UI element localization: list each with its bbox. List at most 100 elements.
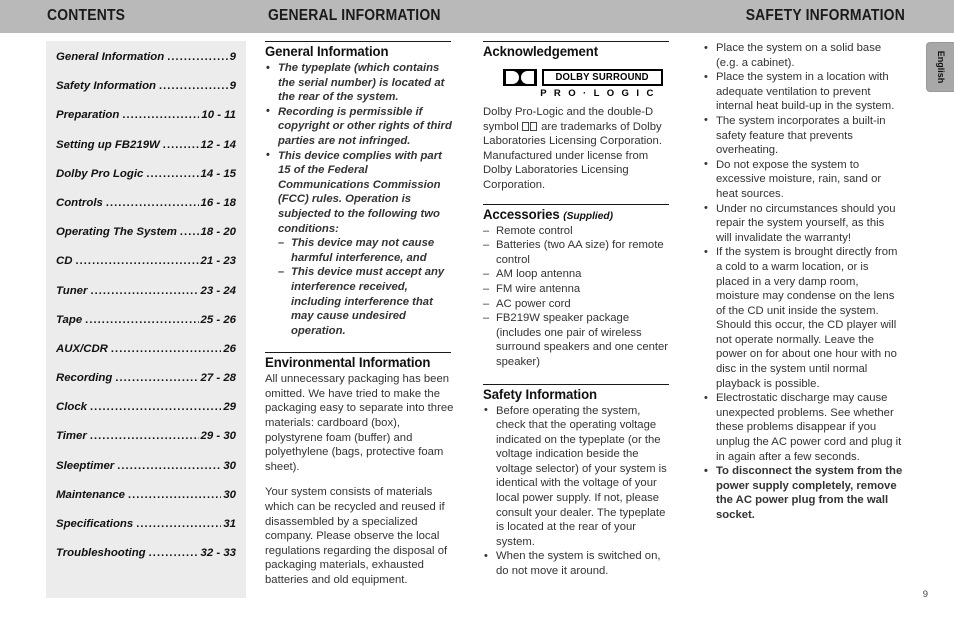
toc-dot-leader: ........................................… (90, 401, 222, 414)
column-acknowledgement: Acknowledgement DOLBY SURROUND P R O · L… (483, 41, 673, 579)
toc-entry[interactable]: General Information.....................… (56, 51, 236, 63)
toc-entry-page: 30 (223, 488, 236, 501)
dolby-brand-text: DOLBY SURROUND (555, 72, 650, 83)
toc-entry[interactable]: CD......................................… (56, 255, 236, 267)
toc-entry-page: 21 - 23 (200, 255, 236, 268)
dolby-surround-pro-logic-logo: DOLBY SURROUND P R O · L O G I C (503, 69, 663, 99)
toc-entry[interactable]: Troubleshooting.........................… (56, 547, 236, 559)
toc-entry-label: Safety Information (56, 80, 156, 93)
safety-bullet: When the system is switched on, do not m… (483, 549, 673, 578)
toc-entry-label: Operating The System (56, 226, 177, 239)
accessories-heading-text: Accessories (483, 206, 560, 222)
environmental-paragraph-1: All unnecessary packaging has been omitt… (265, 373, 454, 473)
accessory-item: Batteries (two AA size) for remote contr… (483, 238, 673, 267)
toc-entry-label: Recording (56, 372, 113, 385)
toc-dot-leader: ........................................… (85, 313, 198, 326)
toc-dot-leader: ........................................… (136, 518, 221, 530)
dolby-brand-box: DOLBY SURROUND (542, 69, 663, 86)
double-d-right-half-icon (521, 71, 534, 84)
toc-entry-label: Troubleshooting (56, 547, 146, 560)
toc-entry-label: Tuner (56, 284, 88, 297)
general-information-condition: This device may not cause harmful interf… (278, 236, 455, 265)
safety-bullet: If the system is brought directly from a… (703, 245, 903, 391)
column-general-information: General Information The typeplate (which… (265, 41, 455, 599)
toc-entry[interactable]: Specifications..........................… (56, 518, 236, 530)
toc-entry[interactable]: Tape....................................… (56, 314, 236, 326)
toc-entry[interactable]: Tuner...................................… (56, 285, 236, 297)
toc-entry-page: 32 - 33 (200, 547, 236, 560)
toc-dot-leader: ........................................… (179, 226, 199, 239)
toc-entry-label: General Information (56, 51, 165, 63)
double-d-icon (503, 69, 537, 86)
toc-entry-page: 9 (229, 51, 236, 63)
toc-entry[interactable]: Safety Information......................… (56, 80, 236, 92)
safety-bullet: Electrostatic discharge may cause unexpe… (703, 391, 903, 464)
section-heading-accessories: Accessories (Supplied) (483, 207, 667, 222)
accessory-item: AC power cord (483, 297, 673, 312)
section-heading-environmental-information: Environmental Information (265, 355, 431, 371)
toc-entry[interactable]: Operating The System....................… (56, 226, 236, 238)
toc-dot-leader: ........................................… (162, 138, 199, 151)
toc-dot-leader: ........................................… (159, 80, 228, 93)
toc-entry[interactable]: Timer...................................… (56, 430, 236, 442)
general-information-bullet: This device complies with part 15 of the… (265, 148, 455, 237)
section-rule (483, 41, 669, 42)
accessory-item: Remote control (483, 224, 673, 239)
toc-dot-leader: ........................................… (167, 51, 227, 63)
safety-bullets-left: Before operating the system, check that … (483, 403, 673, 579)
toc-entry-page: 10 - 11 (201, 109, 236, 122)
toc-dot-leader: ........................................… (146, 167, 198, 180)
safety-bullet: Before operating the system, check that … (483, 403, 673, 550)
safety-bullet: Place the system in a location with adeq… (703, 70, 903, 114)
toc-entry-page: 14 - 15 (200, 167, 236, 180)
column-safety-information: Place the system on a solid base (e.g. a… (703, 40, 903, 523)
toc-entry[interactable]: Sleeptimer..............................… (56, 460, 236, 472)
toc-entry-label: Clock (56, 401, 88, 414)
section-heading-general-information: General Information (265, 44, 389, 59)
toc-entry[interactable]: Recording...............................… (56, 372, 236, 384)
general-information-bullet: The typeplate (which contains the serial… (265, 61, 455, 105)
toc-entry-label: Dolby Pro Logic (56, 167, 144, 180)
toc-entry[interactable]: Dolby Pro Logic.........................… (56, 168, 236, 180)
section-rule (265, 41, 451, 42)
double-d-inline-icon (521, 121, 537, 131)
toc-entry-label: Preparation (56, 109, 120, 122)
toc-dot-leader: ........................................… (110, 342, 221, 355)
environmental-paragraph-2: Your system consists of materials which … (265, 486, 448, 586)
toc-entry[interactable]: Preparation.............................… (56, 109, 236, 121)
toc-entry[interactable]: Clock...................................… (56, 401, 236, 413)
toc-entry[interactable]: Maintenance.............................… (56, 489, 236, 501)
toc-list: General Information.....................… (46, 41, 246, 559)
toc-entry-label: Tape (56, 313, 83, 326)
accessory-item: AM loop antenna (483, 267, 673, 282)
toc-entry-page: 29 - 30 (200, 430, 236, 443)
header-title-safety-information: SAFETY INFORMATION (745, 7, 905, 24)
section-rule (265, 352, 451, 354)
safety-bullet: Do not expose the system to excessive mo… (703, 157, 903, 202)
safety-bullet: Place the system on a solid base (e.g. a… (703, 40, 903, 70)
toc-entry[interactable]: Controls................................… (56, 197, 236, 209)
section-rule (483, 383, 669, 385)
toc-entry-label: Maintenance (56, 488, 125, 501)
dolby-logo-top-row: DOLBY SURROUND (503, 69, 663, 86)
section-heading-acknowledgement: Acknowledgement (483, 44, 599, 59)
toc-entry-label: CD (56, 255, 73, 268)
accessory-item: FB219W speaker package (includes one pai… (483, 311, 673, 369)
general-information-condition: This device must accept any interference… (278, 265, 455, 338)
toc-entry[interactable]: Setting up FB219W.......................… (56, 139, 236, 151)
toc-entry-page: 31 (223, 518, 236, 530)
section-heading-safety-information: Safety Information (483, 386, 598, 402)
toc-entry-page: 12 - 14 (200, 138, 236, 151)
toc-dot-leader: ........................................… (105, 196, 199, 209)
toc-entry-label: Specifications (56, 518, 134, 530)
toc-entry-label: Timer (56, 430, 87, 443)
toc-entry-label: Controls (56, 196, 103, 209)
toc-dot-leader: ........................................… (90, 284, 199, 297)
toc-entry-page: 29 (223, 401, 236, 414)
toc-dot-leader: ........................................… (148, 547, 199, 560)
toc-entry[interactable]: AUX/CDR.................................… (56, 343, 236, 355)
toc-entry-label: Setting up FB219W (56, 138, 160, 151)
toc-dot-leader: ........................................… (115, 372, 199, 385)
